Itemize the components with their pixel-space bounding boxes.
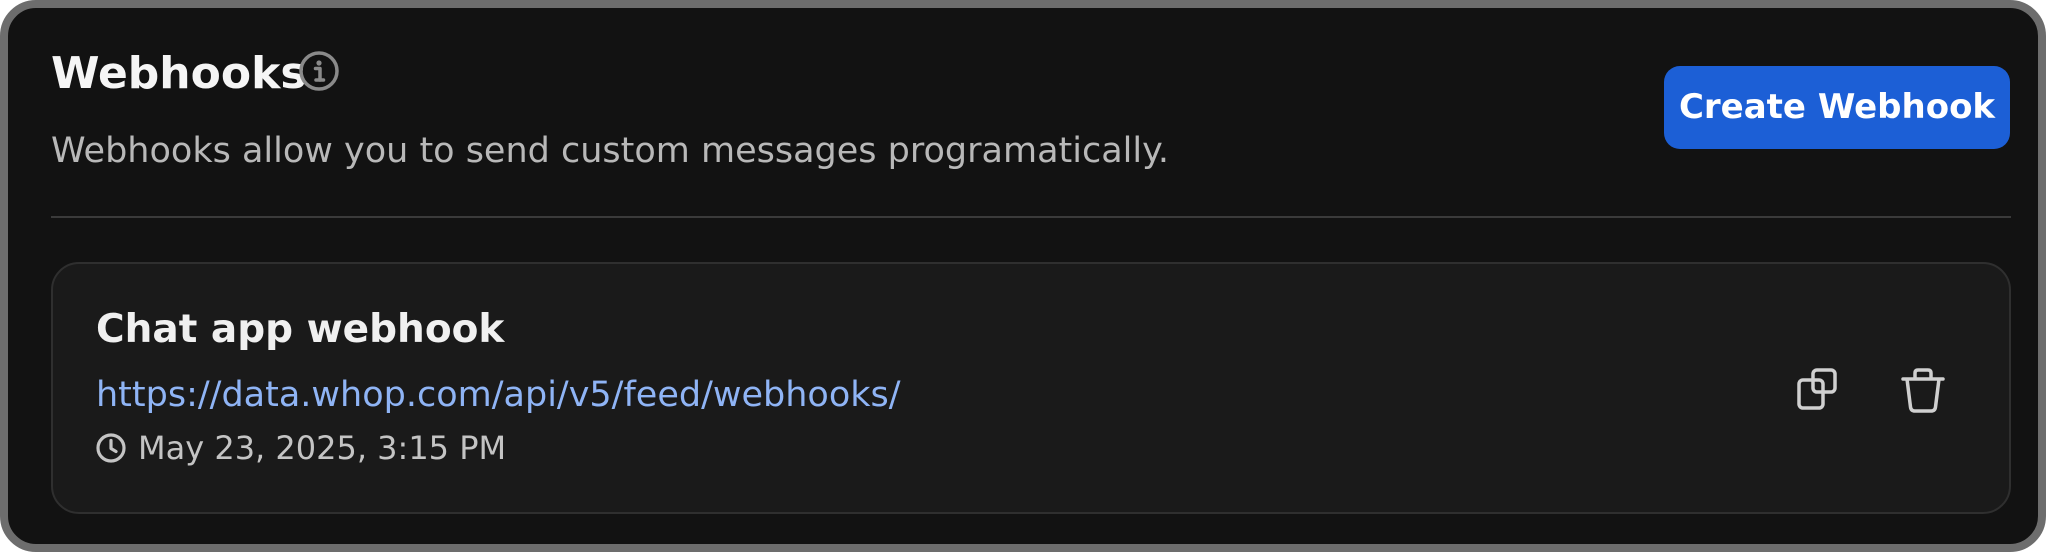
- webhooks-panel: Webhooks Webhooks allow you to send cust…: [0, 0, 2046, 552]
- header-divider: [51, 216, 2011, 218]
- page-subtitle: Webhooks allow you to send custom messag…: [51, 131, 1169, 171]
- page-title: Webhooks: [51, 48, 307, 99]
- webhook-created-date: May 23, 2025, 3:15 PM: [138, 429, 507, 467]
- info-icon[interactable]: [297, 49, 341, 93]
- copy-icon: [1787, 358, 1851, 422]
- copy-webhook-button[interactable]: [1787, 358, 1851, 422]
- delete-webhook-button[interactable]: [1891, 358, 1955, 422]
- clock-icon: [95, 432, 127, 464]
- trash-icon: [1891, 358, 1955, 422]
- webhook-name: Chat app webhook: [96, 307, 505, 352]
- webhook-card: Chat app webhook https://data.whop.com/a…: [51, 262, 2011, 514]
- create-webhook-button[interactable]: Create Webhook: [1664, 66, 2010, 149]
- webhook-url-link[interactable]: https://data.whop.com/api/v5/feed/webhoo…: [96, 370, 901, 420]
